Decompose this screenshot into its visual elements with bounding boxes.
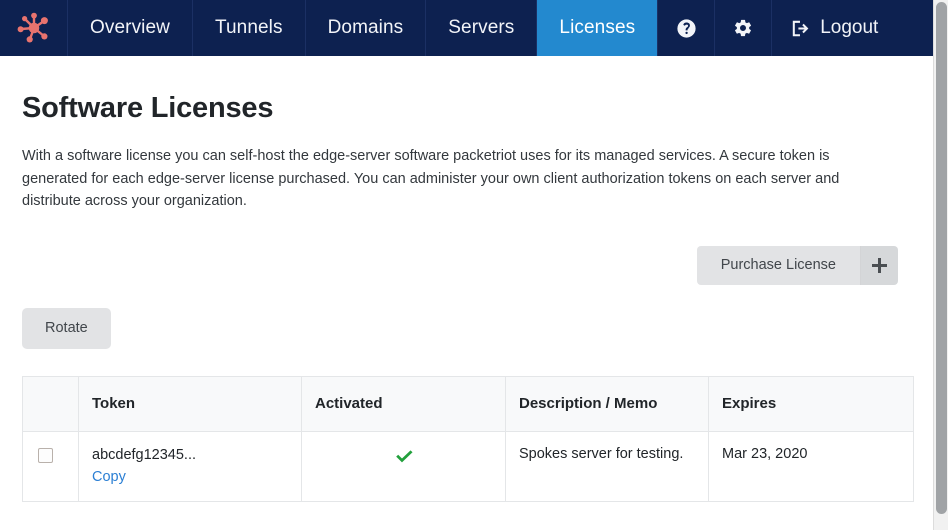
purchase-license-row: Purchase License <box>22 213 911 285</box>
page-root: Overview Tunnels Domains Servers License… <box>0 0 948 530</box>
column-header-select <box>22 376 79 432</box>
nav-item-label: Overview <box>90 17 170 38</box>
top-navbar: Overview Tunnels Domains Servers License… <box>0 0 933 56</box>
row-token-cell: abcdefg12345... Copy <box>78 431 302 501</box>
page-description: With a software license you can self-hos… <box>22 148 840 209</box>
nav-item-domains[interactable]: Domains <box>306 0 427 56</box>
row-select-cell <box>22 431 79 501</box>
question-circle-icon <box>676 18 697 39</box>
help-button[interactable] <box>658 0 716 56</box>
page-title: Software Licenses <box>22 92 274 124</box>
token-value: abcdefg12345... <box>92 446 197 463</box>
add-license-button[interactable] <box>861 245 898 285</box>
rotate-row: Rotate <box>22 285 911 349</box>
scrollbar-thumb[interactable] <box>936 2 947 514</box>
table-header-row: Token Activated Description / Memo Expir… <box>22 376 914 432</box>
licenses-table-wrapper: Token Activated Description / Memo Expir… <box>22 349 914 502</box>
row-expires-cell: Mar 23, 2020 <box>708 431 914 501</box>
rotate-button[interactable]: Rotate <box>22 307 111 349</box>
settings-button[interactable] <box>715 0 773 56</box>
row-description-cell: Spokes server for testing. <box>505 431 709 501</box>
row-activated-cell <box>301 431 506 501</box>
column-header-description: Description / Memo <box>505 376 709 432</box>
row-select-checkbox[interactable] <box>38 447 53 463</box>
packetriot-hub-logo-icon <box>17 11 51 45</box>
table-row: abcdefg12345... Copy Spokes server for t… <box>22 431 914 501</box>
vertical-scrollbar[interactable] <box>933 0 948 530</box>
column-header-expires: Expires <box>708 376 914 432</box>
column-header-activated: Activated <box>301 376 506 432</box>
logout-label: Logout <box>820 17 879 38</box>
sign-out-icon <box>790 18 811 39</box>
logout-button[interactable]: Logout <box>772 0 898 56</box>
licenses-table: Token Activated Description / Memo Expir… <box>22 375 914 502</box>
nav-item-servers[interactable]: Servers <box>426 0 538 56</box>
nav-item-overview[interactable]: Overview <box>68 0 193 56</box>
licenses-table-head: Token Activated Description / Memo Expir… <box>22 376 914 432</box>
nav-item-licenses[interactable]: Licenses <box>537 0 659 56</box>
main-content: Software Licenses With a software licens… <box>0 56 933 502</box>
check-icon <box>394 447 413 470</box>
copy-token-link[interactable]: Copy <box>92 469 126 485</box>
column-header-token: Token <box>78 376 302 432</box>
gear-icon <box>733 18 753 38</box>
plus-icon <box>872 257 887 273</box>
nav-item-label: Domains <box>327 17 404 38</box>
nav-item-label: Licenses <box>559 17 636 38</box>
nav-item-label: Servers <box>448 17 515 38</box>
licenses-table-body: abcdefg12345... Copy Spokes server for t… <box>22 431 914 501</box>
purchase-license-button-group: Purchase License <box>696 245 898 285</box>
nav-item-label: Tunnels <box>214 17 283 38</box>
purchase-license-button[interactable]: Purchase License <box>696 245 861 285</box>
brand-logo[interactable] <box>0 0 68 56</box>
nav-item-tunnels[interactable]: Tunnels <box>193 0 306 56</box>
